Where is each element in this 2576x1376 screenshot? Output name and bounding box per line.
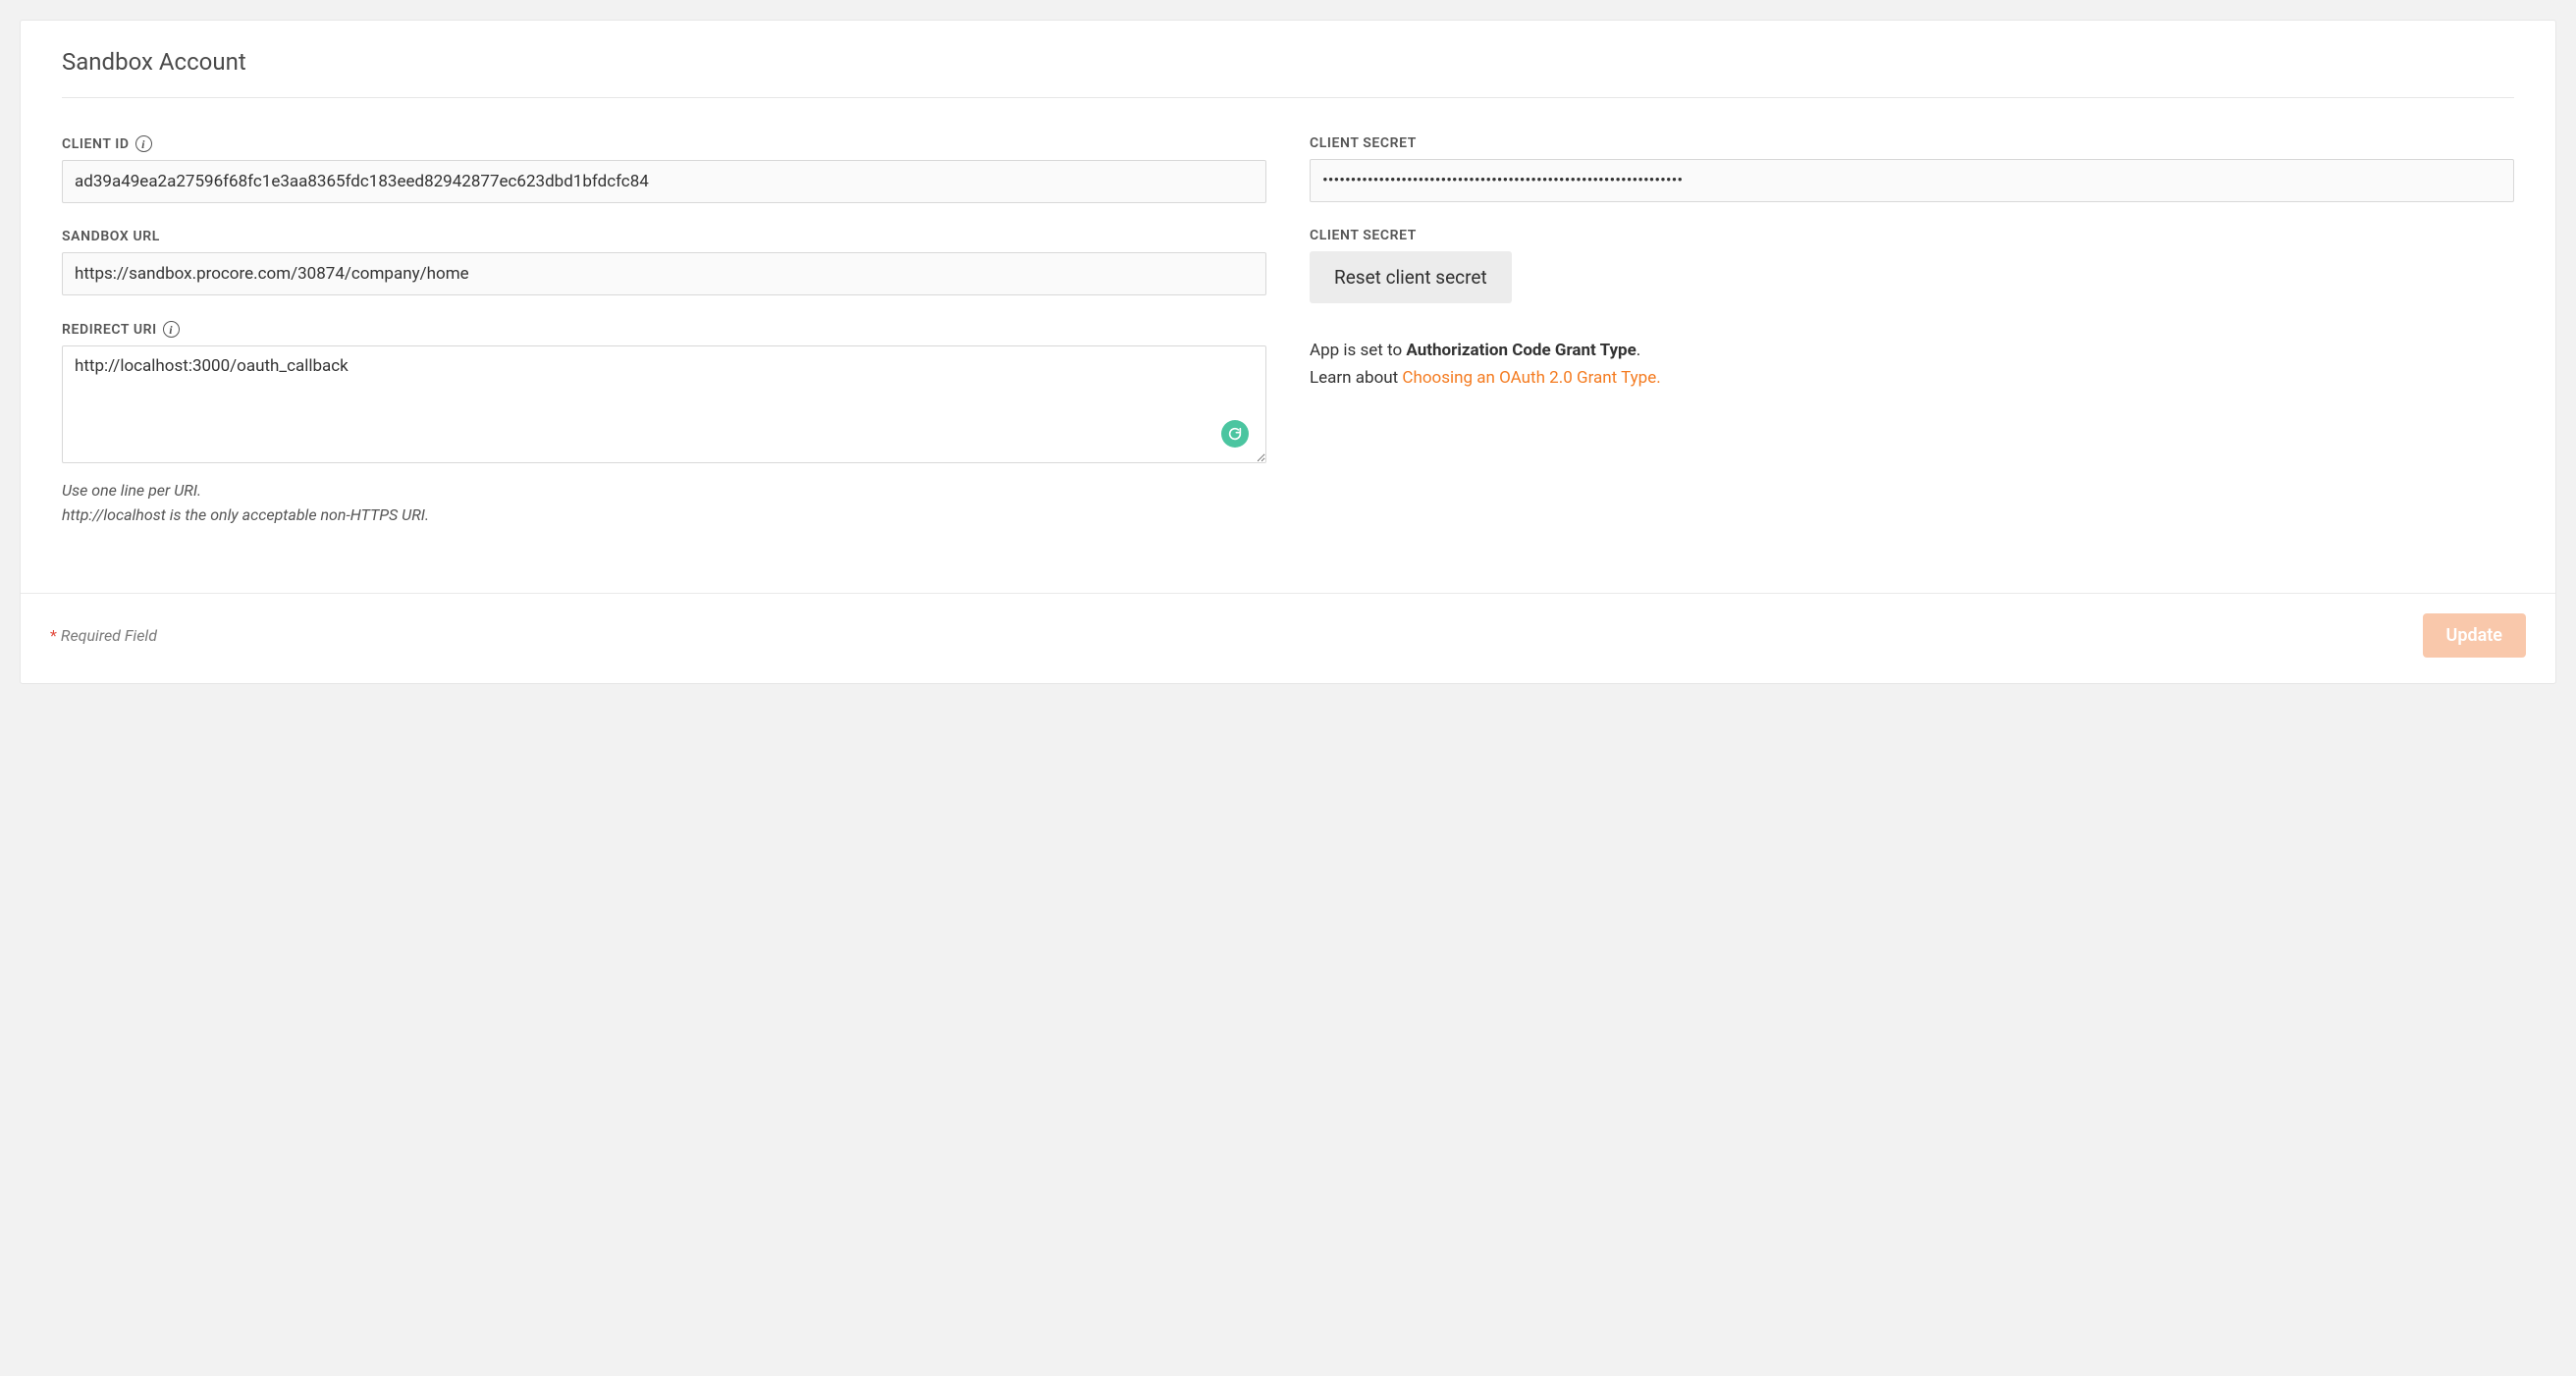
update-button[interactable]: Update	[2423, 613, 2526, 658]
card-footer: *Required Field Update	[21, 593, 2555, 683]
hint-line-2: http://localhost is the only acceptable …	[62, 503, 1266, 528]
required-field-text: Required Field	[61, 626, 157, 645]
client-secret-label: CLIENT SECRET	[1310, 135, 1417, 151]
grammarly-icon	[1221, 420, 1249, 448]
info-icon[interactable]: i	[163, 321, 180, 338]
client-id-field: CLIENT ID i	[62, 135, 1266, 203]
left-column: CLIENT ID i SANDBOX URL REDIRECT U	[62, 135, 1266, 554]
redirect-uri-label: REDIRECT URI	[62, 322, 157, 338]
right-column: CLIENT SECRET CLIENT SECRET Reset client…	[1310, 135, 2514, 554]
info-icon[interactable]: i	[135, 135, 152, 152]
required-field-note: *Required Field	[50, 626, 157, 645]
learn-about-prefix: Learn about	[1310, 368, 1402, 388]
reset-client-secret-field: CLIENT SECRET Reset client secret	[1310, 228, 2514, 303]
client-secret-input[interactable]	[1310, 159, 2514, 202]
client-secret-field: CLIENT SECRET	[1310, 135, 2514, 202]
grant-type-suffix: .	[1637, 341, 1640, 360]
grant-type-prefix: App is set to	[1310, 341, 1406, 360]
client-id-label: CLIENT ID	[62, 136, 130, 152]
sandbox-account-card: Sandbox Account CLIENT ID i SANDBOX UR	[20, 20, 2556, 684]
redirect-uri-field: REDIRECT URI i	[62, 321, 1266, 528]
sandbox-url-input[interactable]	[62, 252, 1266, 295]
client-id-input[interactable]	[62, 160, 1266, 203]
sandbox-url-field: SANDBOX URL	[62, 229, 1266, 295]
asterisk-icon: *	[50, 626, 57, 645]
reset-client-secret-label: CLIENT SECRET	[1310, 228, 1417, 243]
oauth-grant-type-link[interactable]: Choosing an OAuth 2.0 Grant Type.	[1402, 368, 1660, 388]
hint-line-1: Use one line per URI.	[62, 479, 1266, 503]
reset-client-secret-button[interactable]: Reset client secret	[1310, 251, 1512, 303]
divider	[62, 97, 2514, 98]
redirect-uri-textarea[interactable]	[62, 345, 1266, 463]
sandbox-url-label: SANDBOX URL	[62, 229, 160, 244]
grant-type-bold: Authorization Code Grant Type	[1406, 341, 1636, 360]
redirect-uri-hint: Use one line per URI. http://localhost i…	[62, 479, 1266, 528]
grant-type-info: App is set to Authorization Code Grant T…	[1310, 337, 2514, 392]
card-title: Sandbox Account	[62, 48, 2514, 76]
